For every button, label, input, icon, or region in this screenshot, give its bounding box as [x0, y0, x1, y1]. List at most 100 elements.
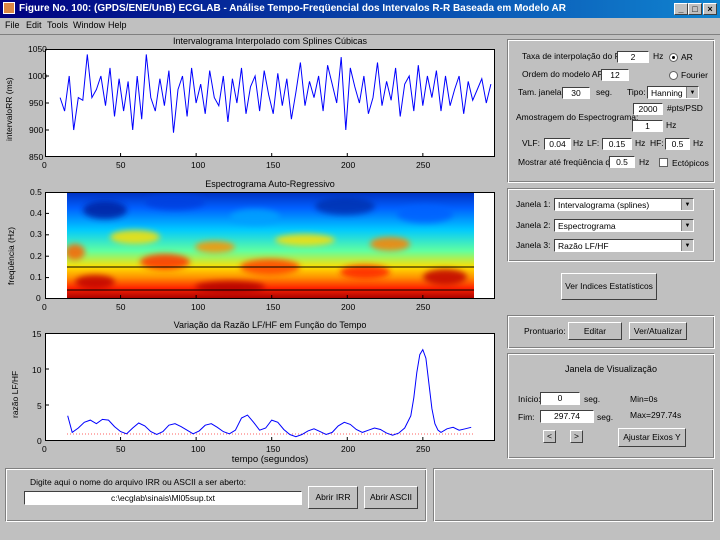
plot2-ytick-0.1: 0.1: [30, 272, 42, 282]
ver-atualizar-button[interactable]: Ver/Atualizar: [629, 322, 687, 340]
menu-tools[interactable]: Tools: [47, 20, 68, 30]
abrir-irr-button[interactable]: Abrir IRR: [308, 486, 358, 509]
plot1-svg: [45, 49, 495, 157]
janela-unit: seg.: [596, 87, 613, 97]
tipo-select[interactable]: Hanning ▼: [647, 86, 699, 99]
janela-input[interactable]: 30: [562, 87, 590, 99]
ver-indices-button[interactable]: Ver Indices Estatísticos: [561, 273, 657, 300]
taxa-unit: Hz: [653, 51, 664, 61]
plot3-title: Variação da Razão LF/HF em Função do Tem…: [173, 320, 367, 330]
title-bar: Figure No. 100: (GPDS/ENE/UnB) ECGLAB - …: [0, 0, 720, 18]
tipo-label: Tipo:: [627, 87, 646, 97]
plot2-ytick-0.4: 0.4: [30, 208, 42, 218]
plot1-xtick-150: 150: [266, 160, 281, 170]
maximize-button[interactable]: □: [688, 3, 702, 15]
menu-help[interactable]: Help: [108, 20, 127, 30]
lf-input[interactable]: 0.15: [602, 138, 632, 150]
menu-file[interactable]: File: [5, 20, 20, 30]
plot2-axes[interactable]: [45, 192, 495, 299]
janela2-select[interactable]: Espectrograma ▼: [554, 219, 694, 232]
ordem-label: Ordem do modelo AR:: [522, 69, 607, 79]
menu-edit[interactable]: Edit: [26, 20, 42, 30]
plot2-ytick-0.5: 0.5: [30, 187, 42, 197]
abrir-ascii-button[interactable]: Abrir ASCII: [364, 486, 418, 509]
plot2-ylabel: freqüência (Hz): [6, 226, 16, 285]
fim-label: Fim:: [518, 412, 535, 422]
hf-input[interactable]: 0.5: [665, 138, 690, 150]
figure-canvas: Intervalograma Interpolado com Splines C…: [0, 35, 720, 540]
mostrar-unit: Hz: [639, 157, 650, 167]
inicio-input[interactable]: 0: [540, 392, 580, 405]
editar-button[interactable]: Editar: [568, 322, 622, 340]
chevron-down-icon: ▼: [681, 220, 693, 231]
amostragem-label: Amostragem do Espectrograma:: [516, 112, 639, 122]
inicio-unit: seg.: [584, 394, 601, 404]
prontuario-panel: Prontuario: Editar Ver/Atualizar: [507, 315, 715, 349]
file-path-input[interactable]: c:\ecglab\sinais\Ml05sup.txt: [24, 491, 302, 505]
previous-button[interactable]: <: [543, 430, 556, 443]
freq-res-input[interactable]: 1: [632, 120, 663, 132]
fim-unit: seg.: [597, 412, 614, 422]
mostrar-label: Mostrar até freqüência de:: [518, 157, 618, 167]
close-button[interactable]: ×: [703, 3, 717, 15]
menu-window[interactable]: Window: [73, 20, 105, 30]
pts-unit: #pts/PSD: [667, 103, 703, 113]
plot3-xtick-100: 100: [191, 444, 206, 454]
plot1-axes[interactable]: [45, 49, 495, 157]
minimize-button[interactable]: _: [674, 3, 688, 15]
plot3-axes[interactable]: [45, 333, 495, 441]
hf-label: HF:: [650, 138, 664, 148]
fim-input[interactable]: 297.74: [540, 410, 594, 423]
spectrogram-image: [67, 192, 474, 299]
fourier-radio[interactable]: [669, 71, 678, 80]
max-text: Max=297.74s: [630, 410, 682, 420]
plot2-xtick-200: 200: [341, 302, 356, 312]
plot1-ytick-1000: 1000: [28, 71, 47, 81]
prontuario-label: Prontuario:: [524, 326, 566, 336]
plot1-ytick-1050: 1050: [28, 44, 47, 54]
lf-label: LF:: [587, 138, 600, 148]
plot3-ytick-10: 10: [32, 365, 42, 375]
plot3-series-line: [67, 348, 472, 438]
min-text: Min=0s: [630, 394, 658, 404]
plot2-xtick-100: 100: [191, 302, 206, 312]
file-panel: Digite aqui o nome do arquivo IRR ou ASC…: [5, 468, 427, 522]
taxa-label: Taxa de interpolação do RR:: [522, 51, 630, 61]
plot1-xtick-50: 50: [116, 160, 126, 170]
plot2-ytick-0.2: 0.2: [30, 251, 42, 261]
mostrar-input[interactable]: 0.5: [609, 156, 635, 168]
ordem-input[interactable]: 12: [601, 69, 629, 81]
janela2-label: Janela 2:: [516, 220, 551, 230]
next-button[interactable]: >: [570, 430, 583, 443]
app-icon: [3, 2, 15, 14]
janela3-label: Janela 3:: [516, 240, 551, 250]
plot1-ytick-900: 900: [29, 125, 44, 135]
janela1-select[interactable]: Intervalograma (splines) ▼: [554, 198, 694, 211]
plot1-title: Intervalograma Interpolado com Splines C…: [172, 36, 368, 46]
janela2-value: Espectrograma: [558, 221, 616, 231]
ar-radio[interactable]: [669, 53, 678, 62]
plot3-ytick-5: 5: [37, 401, 42, 411]
taxa-input[interactable]: 2: [617, 51, 649, 63]
vlf-label: VLF:: [522, 138, 540, 148]
vlf-input[interactable]: 0.04: [544, 138, 571, 150]
plot2-xtick-0: 0: [42, 302, 47, 312]
file-instructions: Digite aqui o nome do arquivo IRR ou ASC…: [30, 477, 246, 487]
plot1-xtick-0: 0: [42, 160, 47, 170]
hf-unit: Hz: [693, 138, 704, 148]
ar-radio-label: AR: [681, 52, 693, 62]
plot3-xtick-50: 50: [116, 444, 126, 454]
plot3-ytick-15: 15: [32, 329, 42, 339]
janela3-select[interactable]: Razão LF/HF ▼: [554, 239, 694, 252]
plot3-xtick-250: 250: [416, 444, 431, 454]
visualizacao-panel: Janela de Visualização Início: 0 seg. Mi…: [507, 353, 715, 459]
plot2-title: Espectrograma Auto-Regressivo: [205, 179, 335, 189]
fourier-radio-label: Fourier: [681, 70, 708, 80]
plot2-svg: [45, 192, 495, 299]
ajustar-eixos-button[interactable]: Ajustar Eixos Y: [618, 428, 686, 447]
ectopicos-checkbox[interactable]: [659, 158, 668, 167]
plot3-xtick-200: 200: [341, 444, 356, 454]
status-panel: [433, 468, 714, 522]
visualizacao-title: Janela de Visualização: [565, 364, 657, 374]
plot3-xlabel: tempo (segundos): [231, 454, 309, 465]
